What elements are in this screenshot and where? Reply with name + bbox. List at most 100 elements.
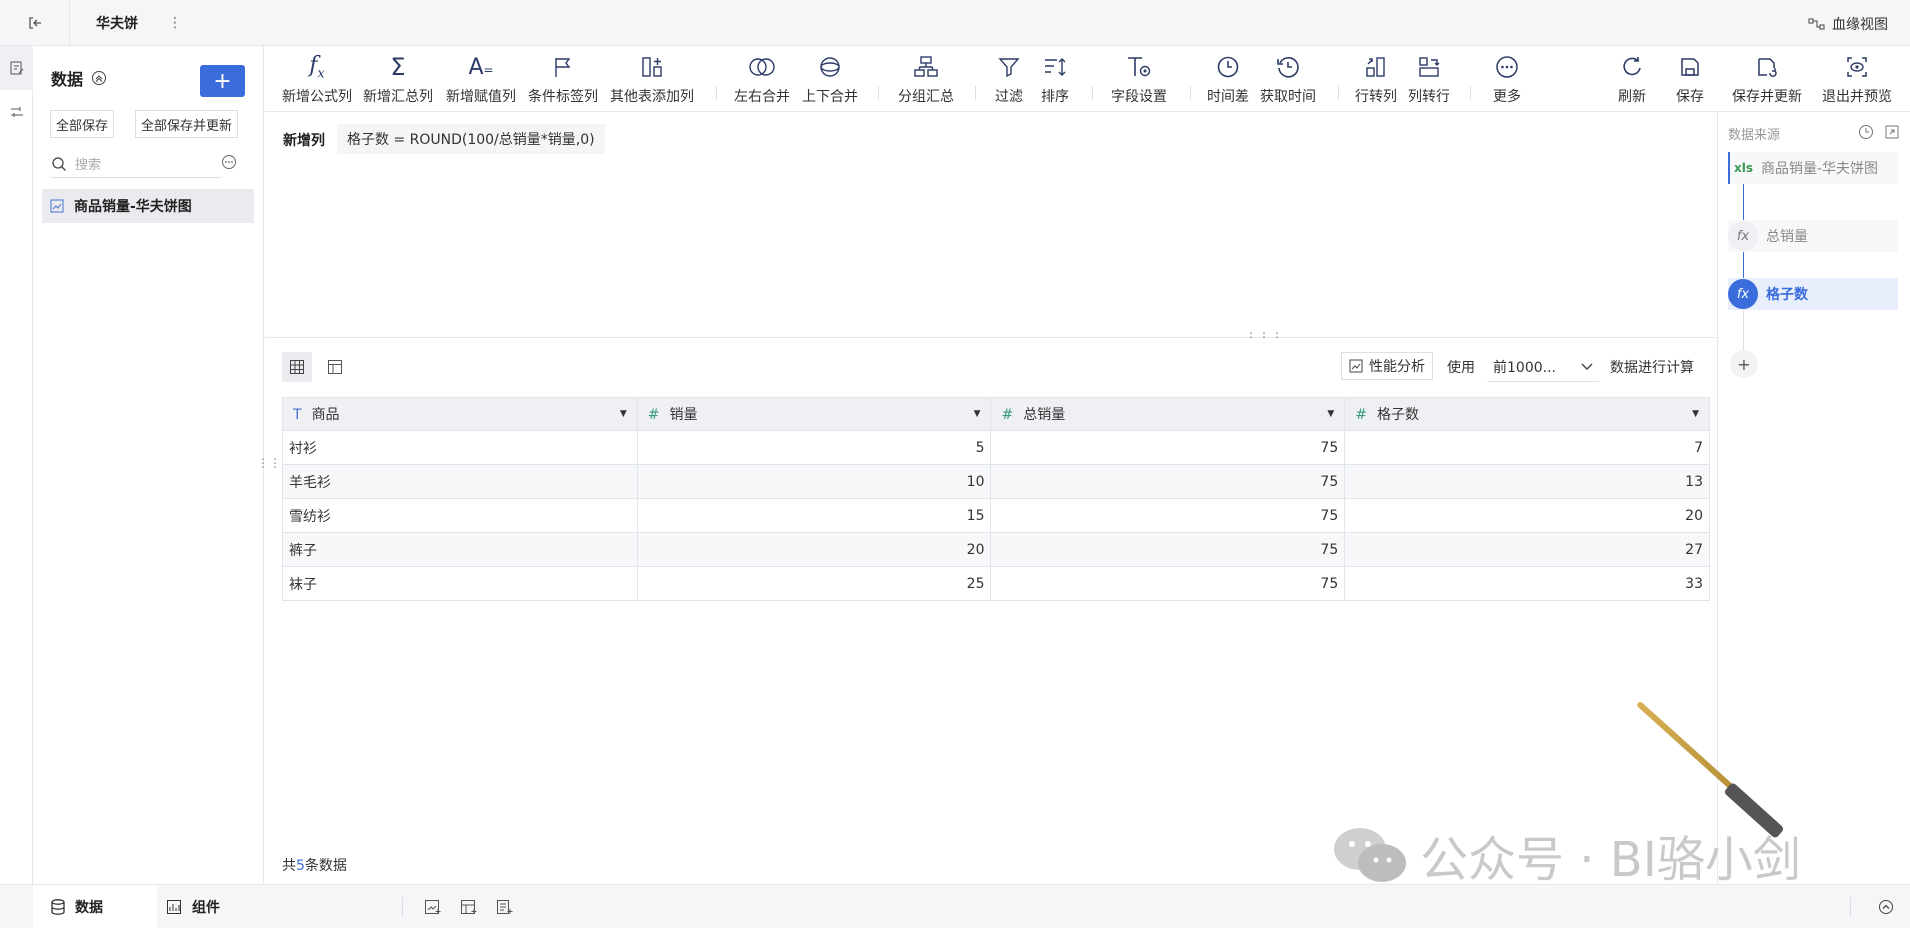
table-cell[interactable]: 27 [1344,532,1710,567]
table-cell[interactable]: 75 [990,498,1346,533]
add-report-icon[interactable] [460,899,478,919]
exit-and-preview-button[interactable]: 退出并预览 [1822,52,1892,106]
table-header-row: T 商品 ▼ # 销量 ▼ # 总销量 ▼ # 格子数 ▼ [282,397,1710,431]
source-panel-title: 数据来源 [1728,128,1781,143]
collapse-up-icon[interactable] [91,70,107,86]
get-time-button[interactable]: 获取时间 [1260,52,1316,106]
table-cell[interactable]: 75 [990,430,1346,465]
column-header[interactable]: # 销量 ▼ [636,397,992,431]
tool-label: 分组汇总 [898,89,954,105]
save-all-button[interactable]: 全部保存 [50,110,115,138]
save-all-update-button[interactable]: 全部保存并更新 [135,110,239,138]
column-header[interactable]: # 格子数 ▼ [1344,397,1710,431]
caret-down-icon[interactable]: ▼ [620,409,627,419]
filter-icon [998,52,1020,82]
merge-up-down-button[interactable]: 上下合并 [802,52,858,106]
exit-icon[interactable] [0,0,70,46]
formula-expression[interactable]: 格子数 = ROUND(100/总销量*销量,0) [337,124,605,154]
drag-handle-icon[interactable]: ⋮⋮ [257,456,281,470]
more-vertical-icon[interactable]: ⋮ [168,15,182,31]
table-row: 袜子 25 75 33 [282,566,1710,601]
row-limit-select[interactable]: 前1000... [1487,352,1599,382]
tab-component-label: 组件 [192,900,220,916]
text-type-icon: T [293,407,302,423]
table-cell[interactable]: 15 [636,498,992,533]
table-cell[interactable]: 雪纺衫 [282,498,638,533]
field-settings-button[interactable]: 字段设置 [1111,52,1167,106]
add-dashboard-icon[interactable] [424,899,442,919]
table-cell[interactable]: 20 [636,532,992,567]
column-to-row-button[interactable]: 列转行 [1408,52,1450,106]
column-header[interactable]: # 总销量 ▼ [990,397,1346,431]
table-cell[interactable]: 13 [1344,464,1710,499]
time-diff-button[interactable]: 时间差 [1207,52,1249,106]
search-input[interactable]: 搜索 [51,150,221,178]
row-to-column-button[interactable]: 行转列 [1355,52,1397,106]
caret-down-icon[interactable]: ▼ [1327,409,1334,419]
source-node-table[interactable]: xls 商品销量-华夫饼图 [1728,152,1898,184]
col-to-row-icon [1418,52,1440,82]
table-cell[interactable]: 7 [1344,430,1710,465]
table-cell[interactable]: 75 [990,464,1346,499]
save-icon [1679,52,1701,82]
performance-analysis-button[interactable]: 性能分析 [1341,352,1433,380]
lineage-view-button[interactable]: 血缘视图 [1808,14,1888,34]
table-cell[interactable]: 5 [636,430,992,465]
save-and-update-button[interactable]: 保存并更新 [1732,52,1802,106]
table-cell[interactable]: 75 [990,566,1346,601]
data-edit-icon[interactable] [0,46,33,90]
collapse-up-icon[interactable] [1878,899,1894,919]
add-summary-column-button[interactable]: Σ 新增汇总列 [363,52,433,106]
table-cell[interactable]: 裤子 [282,532,638,567]
add-formula-column-button[interactable]: fx 新增公式列 [282,52,352,106]
data-source-panel: 数据来源 xls 商品销量-华夫饼图 fx 总销量 fx 格子数 + [1717,112,1910,884]
more-tools-button[interactable]: 更多 [1493,52,1521,106]
refresh-button[interactable]: 刷新 [1618,52,1646,106]
expand-icon[interactable] [1884,124,1900,144]
tool-label: 新增公式列 [282,89,352,105]
group-summary-button[interactable]: 分组汇总 [898,52,954,106]
source-node-formula[interactable]: fx 总销量 [1728,220,1898,252]
sort-button[interactable]: 排序 [1041,52,1069,106]
grid-view-icon[interactable] [282,352,312,382]
tool-label: 其他表添加列 [610,89,694,105]
source-node-formula-active[interactable]: fx 格子数 [1728,278,1898,310]
add-step-button[interactable]: + [1730,350,1758,378]
more-options-icon[interactable] [221,154,237,174]
add-column-from-table-button[interactable]: 其他表添加列 [610,52,694,106]
table-cell[interactable]: 衬衫 [282,430,638,465]
layout-view-icon[interactable] [320,352,350,382]
caret-down-icon[interactable]: ▼ [1692,409,1699,419]
tool-label: 行转列 [1355,89,1397,105]
toolbar-divider [1190,86,1191,100]
table-cell[interactable]: 袜子 [282,566,638,601]
transform-icon[interactable] [0,90,33,134]
data-panel: 数据 + 全部保存 全部保存并更新 搜索 商品销量-华夫饼图 [33,46,264,884]
table-cell[interactable]: 20 [1344,498,1710,533]
table-cell[interactable]: 羊毛衫 [282,464,638,499]
preview-icon [1846,52,1868,82]
save-button[interactable]: 保存 [1676,52,1704,106]
merge-left-right-button[interactable]: 左右合并 [734,52,790,106]
table-row: 裤子 20 75 27 [282,532,1710,567]
merge-lr-icon [749,52,775,82]
add-data-button[interactable]: + [200,65,245,97]
table-cell[interactable]: 33 [1344,566,1710,601]
add-story-icon[interactable] [496,899,514,919]
add-assign-column-button[interactable]: A= 新增赋值列 [446,52,516,106]
condition-tag-column-button[interactable]: 条件标签列 [528,52,598,106]
filter-button[interactable]: 过滤 [995,52,1023,106]
assign-icon: A= [468,54,494,80]
table-cell[interactable]: 75 [990,532,1346,567]
number-type-icon: # [1355,407,1367,423]
grid-area: 性能分析 使用 前1000... 数据进行计算 ⋮⋮ T 商品 ▼ # 销量 ▼ # 总销… [257,338,1717,884]
table-cell[interactable]: 25 [636,566,992,601]
data-list-item[interactable]: 商品销量-华夫饼图 [42,189,254,223]
table-cell[interactable]: 10 [636,464,992,499]
history-icon[interactable] [1858,124,1874,144]
column-header-label: 商品 [311,407,340,423]
tab-data[interactable]: 数据 [33,885,157,928]
caret-down-icon[interactable]: ▼ [974,409,981,419]
column-header[interactable]: T 商品 ▼ [282,397,638,431]
tab-component[interactable]: 组件 [166,885,220,928]
